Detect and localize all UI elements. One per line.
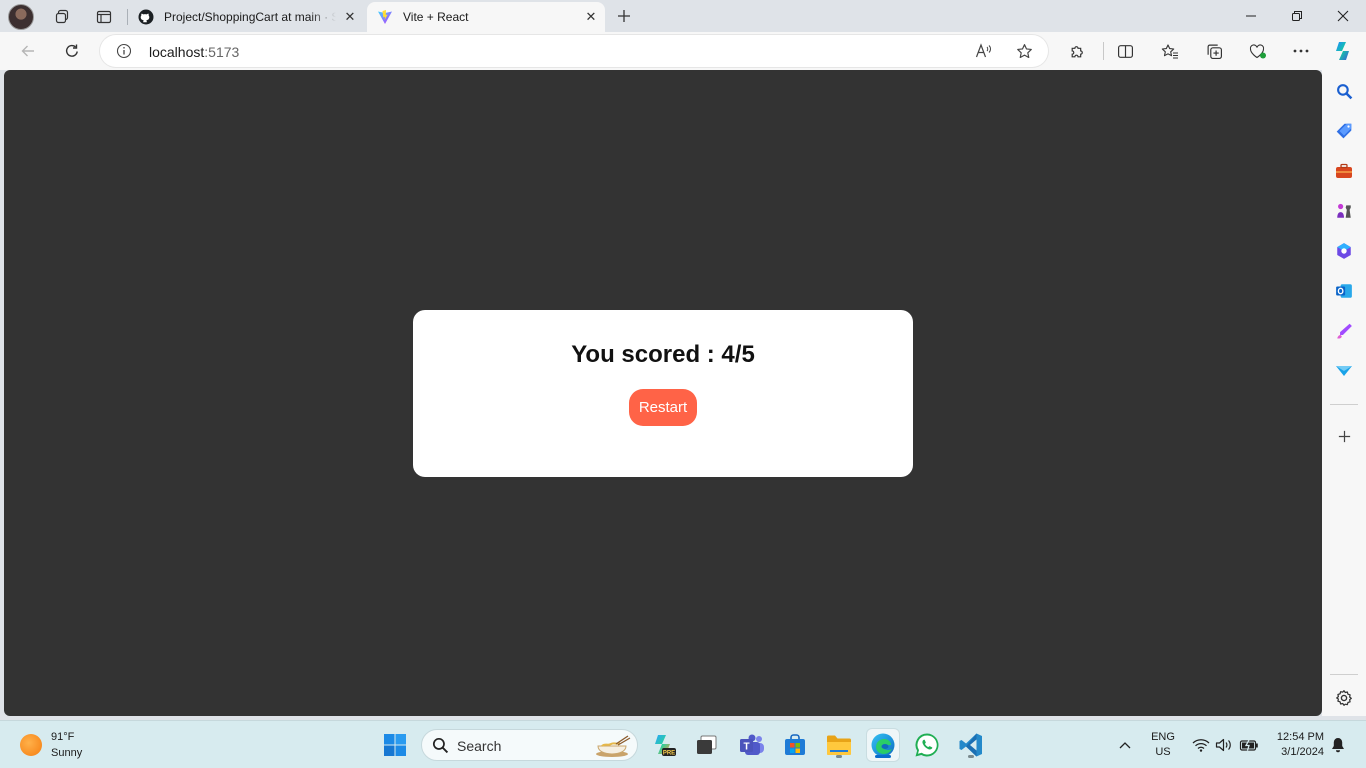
- notifications-bell-icon[interactable]: [1328, 721, 1348, 768]
- split-screen-icon[interactable]: [1109, 35, 1141, 67]
- tools-briefcase-icon[interactable]: [1333, 160, 1355, 182]
- site-info-icon[interactable]: [116, 43, 132, 64]
- send-drop-icon[interactable]: [1333, 360, 1355, 382]
- weather-condition: Sunny: [51, 747, 83, 759]
- close-tab-icon[interactable]: ✕: [577, 5, 605, 29]
- address-bar[interactable]: localhost:5173: [100, 35, 1048, 67]
- language-code: ENG: [1151, 731, 1175, 743]
- clock-time: 12:54 PM: [1276, 731, 1324, 743]
- favorites-icon[interactable]: [1154, 35, 1186, 67]
- vscode-icon[interactable]: [955, 729, 987, 761]
- weather-temperature: 91°F: [51, 731, 75, 743]
- browser-essentials-icon[interactable]: [1242, 35, 1274, 67]
- file-explorer-icon[interactable]: [823, 729, 855, 761]
- edge-browser-icon[interactable]: [867, 729, 899, 761]
- score-card: You scored : 4/5 Restart: [413, 310, 913, 477]
- microsoft-store-icon[interactable]: [779, 729, 811, 761]
- volume-icon[interactable]: [1213, 721, 1235, 768]
- sidebar-divider: [1330, 404, 1358, 405]
- taskbar-search-box[interactable]: Search: [421, 729, 638, 761]
- windows-taskbar: 91°F Sunny Search PRE T ENG US 12:54 PM …: [0, 720, 1366, 768]
- url-port: :5173: [204, 44, 240, 60]
- battery-icon[interactable]: [1237, 721, 1261, 768]
- sidebar-settings-gear-icon[interactable]: [1333, 687, 1355, 709]
- page-viewport: You scored : 4/5 Restart: [4, 70, 1322, 716]
- running-indicator: [968, 755, 974, 758]
- favorite-star-icon[interactable]: [1010, 39, 1038, 63]
- svg-text:T: T: [743, 742, 749, 753]
- clock-date: 3/1/2024: [1281, 746, 1324, 758]
- collections-icon[interactable]: [1198, 35, 1230, 67]
- workspaces-icon[interactable]: [42, 4, 82, 30]
- more-options-icon[interactable]: [1285, 35, 1317, 67]
- score-heading: You scored : 4/5: [571, 341, 755, 368]
- copilot-icon[interactable]: [1328, 35, 1360, 67]
- svg-text:PRE: PRE: [663, 751, 675, 757]
- toolbar-divider: [1103, 42, 1104, 60]
- minimize-icon[interactable]: [1228, 0, 1274, 32]
- edge-sidebar: [1322, 70, 1366, 716]
- sunny-weather-icon: [20, 734, 42, 756]
- shopping-tag-icon[interactable]: [1333, 120, 1355, 142]
- github-icon: [138, 9, 154, 25]
- task-view-icon[interactable]: [691, 729, 723, 761]
- search-icon: [432, 737, 449, 759]
- back-icon[interactable]: [12, 35, 44, 67]
- taskbar-clock[interactable]: 12:54 PM 3/1/2024: [1262, 730, 1324, 760]
- tab-title: Project/ShoppingCart at main · S: [164, 10, 336, 24]
- restart-button[interactable]: Restart: [629, 389, 697, 426]
- refresh-icon[interactable]: [56, 35, 88, 67]
- new-tab-icon[interactable]: [610, 4, 638, 28]
- designer-icon[interactable]: [1333, 320, 1355, 342]
- search-highlight-noodles-icon: [592, 733, 632, 764]
- copilot-preview-icon[interactable]: PRE: [648, 729, 680, 761]
- games-chess-icon[interactable]: [1333, 200, 1355, 222]
- vertical-tabs-icon[interactable]: [84, 4, 124, 30]
- browser-toolbar: localhost:5173: [0, 32, 1366, 70]
- search-label: Search: [457, 738, 502, 754]
- microsoft-365-icon[interactable]: [1333, 240, 1355, 262]
- windows-start-icon[interactable]: [379, 729, 411, 761]
- tab-title: Vite + React: [403, 10, 469, 24]
- read-aloud-icon[interactable]: [970, 39, 998, 63]
- outlook-icon[interactable]: [1333, 280, 1355, 302]
- url-host: localhost: [149, 44, 205, 60]
- browser-tab-strip: Project/ShoppingCart at main · S ✕ Vite …: [0, 0, 1366, 32]
- close-tab-icon[interactable]: ✕: [336, 5, 364, 29]
- teams-icon[interactable]: T: [736, 729, 768, 761]
- add-sidebar-app-icon[interactable]: [1333, 425, 1355, 447]
- input-language[interactable]: ENG US: [1148, 730, 1178, 760]
- running-indicator: [836, 755, 842, 758]
- whatsapp-icon[interactable]: [911, 729, 943, 761]
- sidebar-divider: [1330, 674, 1358, 675]
- language-region: US: [1155, 746, 1171, 758]
- weather-widget[interactable]: 91°F Sunny: [20, 729, 82, 761]
- active-app-indicator: [875, 755, 891, 758]
- profile-avatar[interactable]: [8, 4, 34, 30]
- vite-icon: [377, 9, 393, 25]
- tab-vite-react[interactable]: Vite + React ✕: [367, 2, 605, 32]
- show-hidden-icons-chevron-up-icon[interactable]: [1114, 721, 1136, 768]
- extensions-icon[interactable]: [1061, 35, 1093, 67]
- restore-icon[interactable]: [1274, 0, 1320, 32]
- close-window-icon[interactable]: [1320, 0, 1366, 32]
- url-text[interactable]: localhost:5173: [149, 44, 239, 60]
- tab-github[interactable]: Project/ShoppingCart at main · S ✕: [128, 2, 364, 32]
- wifi-icon[interactable]: [1190, 721, 1212, 768]
- sidebar-search-icon[interactable]: [1333, 80, 1355, 102]
